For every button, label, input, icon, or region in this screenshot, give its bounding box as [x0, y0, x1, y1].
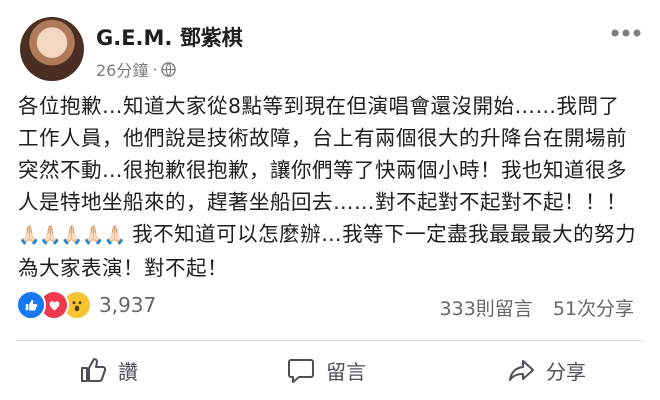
divider: [16, 340, 644, 341]
facebook-post: G.E.M. 鄧紫棋 26分鐘 · 各位抱歉…知道大家從8點等到現在但演唱會還沒…: [0, 0, 660, 400]
more-options-icon[interactable]: [610, 26, 642, 40]
post-timestamp[interactable]: 26分鐘: [96, 57, 148, 81]
share-label: 分享: [546, 359, 586, 384]
comment-label: 留言: [326, 359, 366, 384]
post-text-part1: 各位抱歉…知道大家從8點等到現在但演唱會還沒開始……我問了工作人員，他們說是技術…: [18, 94, 627, 214]
post-body: 各位抱歉…知道大家從8點等到現在但演唱會還沒開始……我問了工作人員，他們說是技術…: [18, 90, 638, 284]
like-reaction-icon: [16, 290, 46, 320]
comment-count[interactable]: 333則留言: [440, 294, 533, 321]
like-label: 讚: [118, 359, 138, 384]
author-avatar[interactable]: [20, 17, 84, 81]
comment-icon: [288, 359, 314, 383]
reaction-summary[interactable]: 3,937: [16, 290, 156, 320]
share-count[interactable]: 51次分享: [553, 294, 634, 321]
reaction-count: 3,937: [99, 293, 157, 317]
post-stats: 333則留言 51次分享: [440, 294, 634, 321]
share-icon: [509, 360, 534, 381]
globe-icon: [161, 61, 177, 77]
comment-button[interactable]: 留言: [286, 355, 366, 385]
share-button[interactable]: 分享: [506, 355, 586, 385]
pray-emoji: 🙏🏻🙏🏻🙏🏻🙏🏻🙏🏻: [18, 225, 126, 246]
meta-separator: ·: [152, 59, 158, 79]
author-name[interactable]: G.E.M. 鄧紫棋: [96, 22, 243, 52]
like-button[interactable]: 讚: [78, 355, 138, 385]
post-meta: 26分鐘 ·: [96, 57, 177, 81]
thumbs-up-icon: [81, 358, 107, 382]
